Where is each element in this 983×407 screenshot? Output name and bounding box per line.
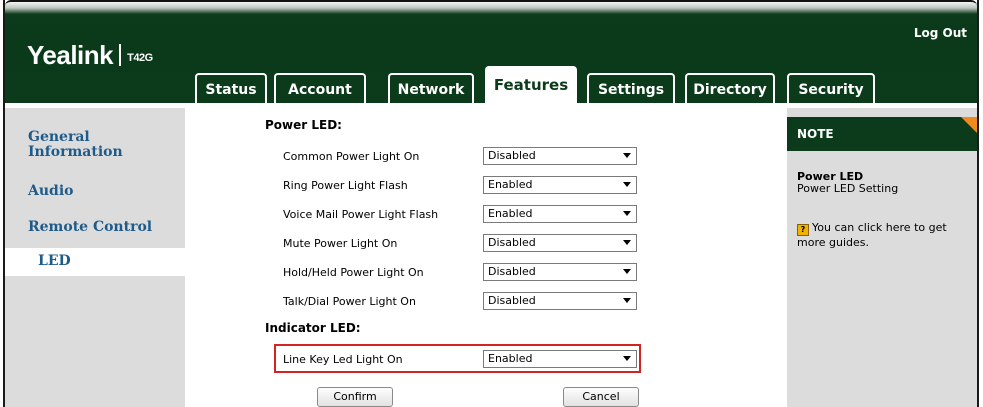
browser-frame: Yealink T42G Log Out Status Account Netwo…: [0, 0, 983, 407]
window-border: [3, 0, 979, 407]
